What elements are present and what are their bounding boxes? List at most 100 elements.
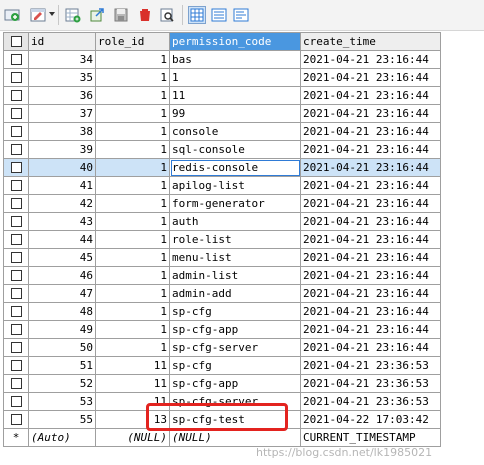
cell-role-id[interactable]: 1 [95,50,170,69]
column-header-create-time[interactable]: create_time [300,32,441,51]
checkbox-icon[interactable] [10,35,22,47]
table-row[interactable]: 44 1 role-list 2021-04-21 23:16:44 [3,230,441,249]
cell-id[interactable]: 37 [28,104,96,123]
grid-view-icon[interactable] [188,6,206,24]
checkbox-icon[interactable] [10,413,22,425]
cell-id[interactable]: 36 [28,86,96,105]
cell-role-id[interactable]: 13 [95,410,170,429]
row-checkbox[interactable] [3,392,29,411]
cell-role-id[interactable]: 1 [95,248,170,267]
checkbox-icon[interactable] [10,179,22,191]
table-row[interactable]: 55 13 sp-cfg-test 2021-04-22 17:03:42 [3,410,441,429]
table-row[interactable]: 39 1 sql-console 2021-04-21 23:16:44 [3,140,441,159]
cell-id[interactable]: 45 [28,248,96,267]
row-checkbox[interactable] [3,86,29,105]
cell-id[interactable]: 46 [28,266,96,285]
cell-id[interactable]: 49 [28,320,96,339]
cell-create-time[interactable]: 2021-04-21 23:16:44 [300,140,441,159]
checkbox-icon[interactable] [10,161,22,173]
edit-dropdown-icon[interactable] [29,6,47,24]
cell-id[interactable]: 39 [28,140,96,159]
row-checkbox[interactable] [3,68,29,87]
table-row[interactable]: 51 11 sp-cfg 2021-04-21 23:36:53 [3,356,441,375]
cell-role-id[interactable]: 1 [95,230,170,249]
cell-create-time[interactable]: 2021-04-21 23:16:44 [300,158,441,177]
cell-permission-code[interactable]: sp-cfg [169,302,301,321]
cell-role-id[interactable]: 1 [95,176,170,195]
checkbox-icon[interactable] [10,53,22,65]
table-add-icon[interactable] [64,6,82,24]
cell-role-id[interactable]: 1 [95,158,170,177]
new-row-id[interactable]: (Auto) [28,428,96,447]
cell-create-time[interactable]: 2021-04-21 23:16:44 [300,338,441,357]
row-checkbox[interactable] [3,50,29,69]
select-all-checkbox[interactable] [3,32,29,51]
new-row-permission-code[interactable]: (NULL) [169,428,301,447]
delete-icon[interactable] [136,6,154,24]
cell-create-time[interactable]: 2021-04-21 23:36:53 [300,374,441,393]
checkbox-icon[interactable] [10,341,22,353]
row-checkbox[interactable] [3,266,29,285]
row-checkbox[interactable] [3,104,29,123]
checkbox-icon[interactable] [10,143,22,155]
table-row[interactable]: 52 11 sp-cfg-app 2021-04-21 23:36:53 [3,374,441,393]
row-checkbox[interactable] [3,302,29,321]
table-row[interactable]: 42 1 form-generator 2021-04-21 23:16:44 [3,194,441,213]
cell-create-time[interactable]: 2021-04-21 23:16:44 [300,68,441,87]
row-checkbox[interactable] [3,158,29,177]
checkbox-icon[interactable] [10,305,22,317]
row-checkbox[interactable] [3,374,29,393]
cell-permission-code[interactable]: sp-cfg-server [169,392,301,411]
row-checkbox[interactable] [3,140,29,159]
cell-permission-code[interactable]: console [169,122,301,141]
cell-create-time[interactable]: 2021-04-21 23:16:44 [300,194,441,213]
cell-id[interactable]: 44 [28,230,96,249]
row-checkbox[interactable] [3,230,29,249]
cell-create-time[interactable]: 2021-04-21 23:16:44 [300,302,441,321]
checkbox-icon[interactable] [10,215,22,227]
row-checkbox[interactable] [3,284,29,303]
cell-create-time[interactable]: 2021-04-21 23:16:44 [300,104,441,123]
row-checkbox[interactable] [3,176,29,195]
cell-id[interactable]: 35 [28,68,96,87]
cell-id[interactable]: 38 [28,122,96,141]
row-checkbox[interactable] [3,194,29,213]
cell-create-time[interactable]: 2021-04-21 23:36:53 [300,356,441,375]
cell-role-id[interactable]: 1 [95,302,170,321]
checkbox-icon[interactable] [10,197,22,209]
cell-id[interactable]: 53 [28,392,96,411]
cell-id[interactable]: 48 [28,302,96,321]
table-row[interactable]: 37 1 99 2021-04-21 23:16:44 [3,104,441,123]
column-header-role-id[interactable]: role_id [95,32,170,51]
new-row-role-id[interactable]: (NULL) [95,428,170,447]
row-checkbox[interactable] [3,212,29,231]
checkbox-icon[interactable] [10,287,22,299]
cell-permission-code[interactable]: apilog-list [169,176,301,195]
table-row[interactable]: 53 11 sp-cfg-server 2021-04-21 23:36:53 [3,392,441,411]
cell-permission-code[interactable]: admin-list [169,266,301,285]
cell-create-time[interactable]: 2021-04-21 23:36:53 [300,392,441,411]
form-view-icon[interactable] [210,6,228,24]
cell-role-id[interactable]: 11 [95,356,170,375]
cell-role-id[interactable]: 1 [95,194,170,213]
cell-permission-code[interactable]: sp-cfg-app [169,320,301,339]
cell-id[interactable]: 34 [28,50,96,69]
cell-permission-code[interactable]: auth [169,212,301,231]
checkbox-icon[interactable] [10,269,22,281]
table-row[interactable]: 38 1 console 2021-04-21 23:16:44 [3,122,441,141]
checkbox-icon[interactable] [10,71,22,83]
cell-create-time[interactable]: 2021-04-21 23:16:44 [300,320,441,339]
cell-role-id[interactable]: 1 [95,122,170,141]
table-row[interactable]: 46 1 admin-list 2021-04-21 23:16:44 [3,266,441,285]
column-header-permission-code[interactable]: permission_code [169,32,301,51]
cell-id[interactable]: 40 [28,158,96,177]
cell-role-id[interactable]: 11 [95,392,170,411]
table-row[interactable]: 40 1 redis-console 2021-04-21 23:16:44 [3,158,441,177]
table-row[interactable]: 47 1 admin-add 2021-04-21 23:16:44 [3,284,441,303]
cell-create-time[interactable]: 2021-04-21 23:16:44 [300,50,441,69]
cell-permission-code[interactable]: redis-console [169,158,301,177]
checkbox-icon[interactable] [10,359,22,371]
cell-permission-code[interactable]: form-generator [169,194,301,213]
cell-id[interactable]: 55 [28,410,96,429]
text-view-icon[interactable] [232,6,250,24]
